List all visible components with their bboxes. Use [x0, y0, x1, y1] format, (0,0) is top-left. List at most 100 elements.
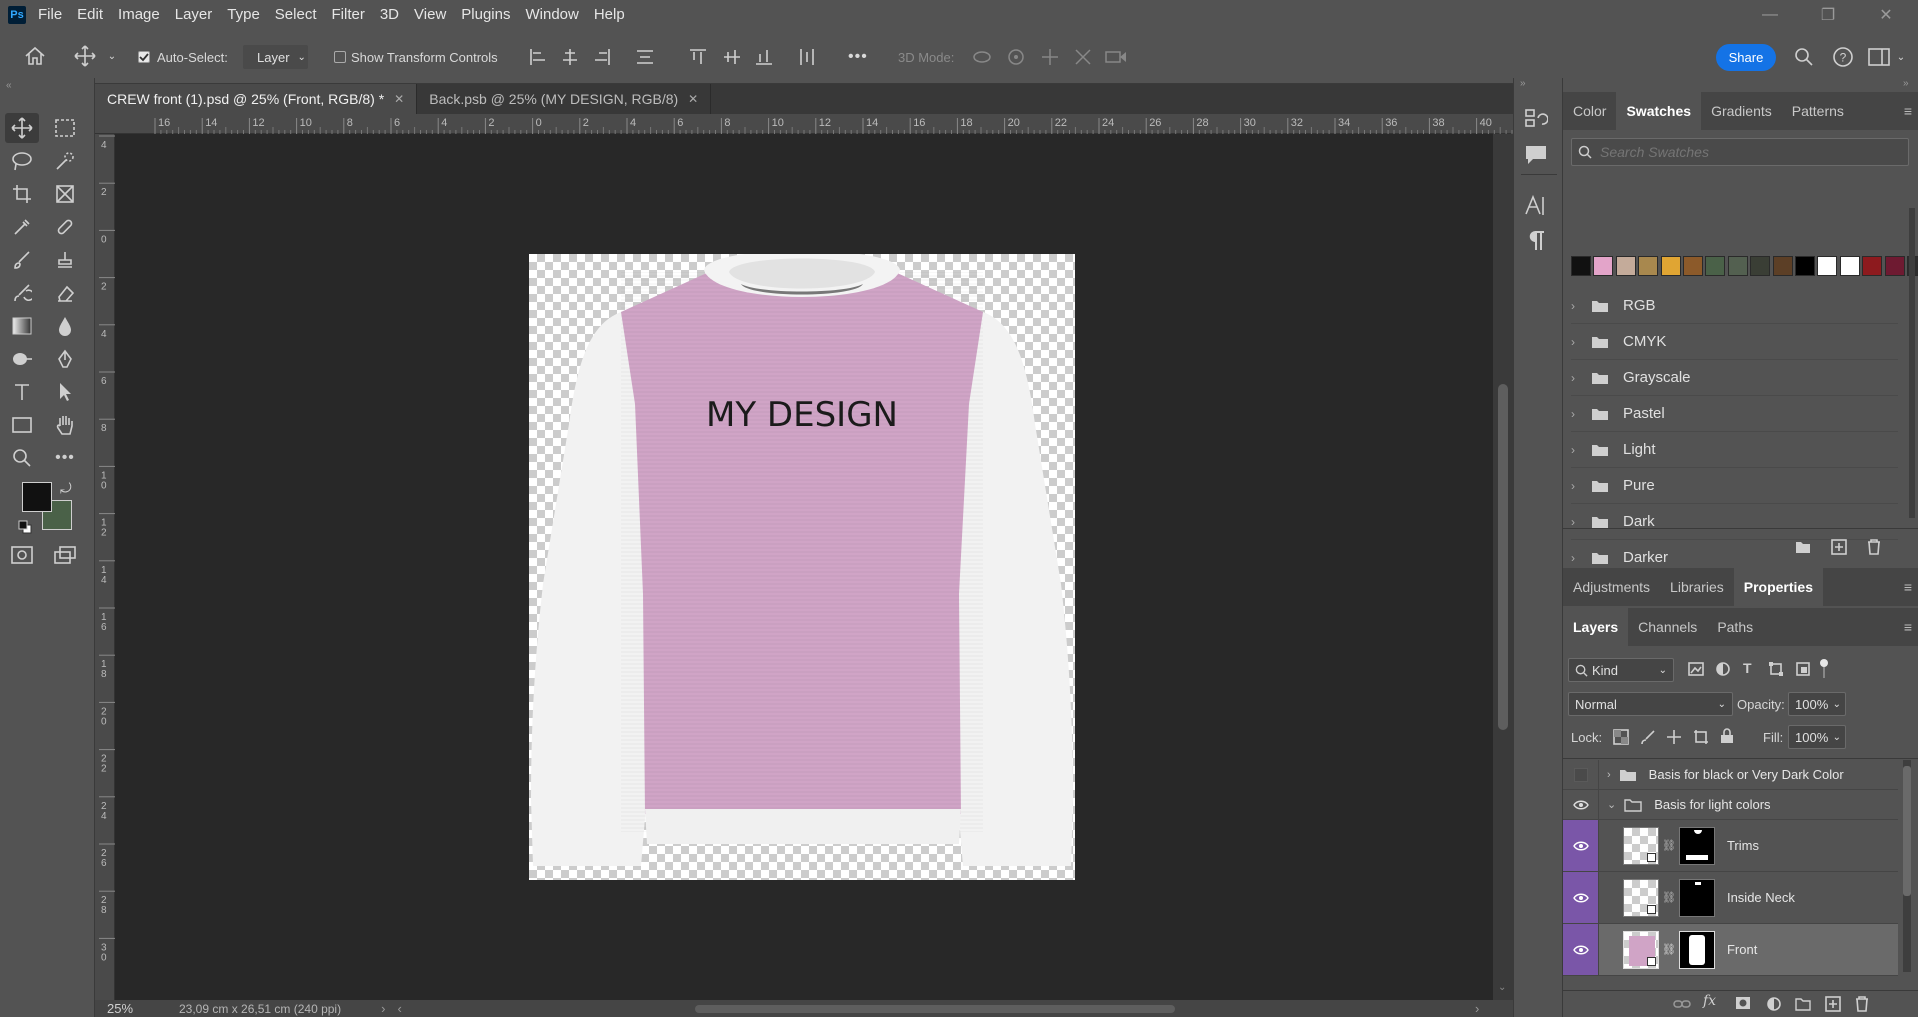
tab-color[interactable]: Color — [1563, 92, 1616, 130]
fill-field[interactable]: 100% ⌄ — [1788, 725, 1846, 749]
scroll-right-icon[interactable]: › — [1475, 1001, 1479, 1016]
zoom-tool-button[interactable] — [5, 443, 39, 473]
menu-help[interactable]: Help — [594, 6, 625, 23]
history-panel-icon[interactable] — [1524, 108, 1549, 133]
folder-chevron-right-icon[interactable]: › — [1571, 551, 1585, 565]
lock-transparent-icon[interactable] — [1613, 729, 1629, 748]
auto-select-checkbox[interactable] — [137, 50, 151, 64]
group-chevron-down-icon[interactable]: ⌄ — [1607, 798, 1616, 811]
swatches-scrollbar[interactable] — [1909, 208, 1915, 518]
color-swatch[interactable] — [1862, 256, 1883, 276]
scroll-down-icon[interactable]: ⌄ — [1498, 982, 1506, 993]
tool-preset-chevron-down-icon[interactable]: ⌄ — [105, 47, 119, 65]
status-chevron-right-icon[interactable]: › — [381, 1001, 385, 1016]
swatch-folder[interactable]: › Pure — [1571, 468, 1898, 504]
align-top-icon[interactable] — [687, 45, 709, 69]
layer-visibility-toggle[interactable] — [1563, 760, 1599, 789]
panel-menu-icon[interactable]: ≡ — [1904, 619, 1912, 635]
tab-crew-front[interactable]: CREW front (1).psd @ 25% (Front, RGB/8) … — [95, 84, 418, 114]
filter-smart-object-icon[interactable] — [1795, 661, 1811, 680]
horizontal-scrollbar-thumb[interactable] — [695, 1005, 1175, 1013]
share-button[interactable]: Share — [1716, 44, 1776, 71]
blend-mode-dropdown[interactable]: Normal ⌄ — [1568, 692, 1733, 716]
color-swatch[interactable] — [1593, 256, 1614, 276]
filter-adjustment-icon[interactable] — [1715, 661, 1731, 680]
link-icon[interactable]: ⛓ — [1662, 891, 1676, 904]
swap-colors-icon[interactable]: ⤾ — [60, 480, 72, 497]
layer-inside-neck[interactable]: ⛓ Inside Neck — [1563, 872, 1898, 924]
layer-style-fx-icon[interactable]: fx — [1703, 993, 1716, 1009]
delete-layer-icon[interactable] — [1855, 996, 1869, 1015]
swatch-folder[interactable]: › Dark — [1571, 504, 1898, 540]
show-transform-checkbox[interactable] — [333, 50, 347, 64]
lasso-tool-button[interactable] — [5, 146, 39, 176]
type-tool-button[interactable] — [5, 377, 39, 407]
eraser-tool-button[interactable] — [48, 278, 82, 308]
filter-shape-icon[interactable] — [1768, 661, 1784, 680]
link-layers-icon[interactable] — [1673, 997, 1691, 1013]
more-options-icon[interactable]: ••• — [848, 45, 868, 69]
path-selection-tool-button[interactable] — [48, 377, 82, 407]
frame-tool-button[interactable] — [48, 179, 82, 209]
scroll-left-icon[interactable]: ‹ — [397, 1001, 401, 1016]
folder-chevron-right-icon[interactable]: › — [1571, 515, 1585, 529]
color-swatch[interactable] — [1884, 256, 1905, 276]
menu-plugins[interactable]: Plugins — [461, 6, 510, 23]
folder-chevron-right-icon[interactable]: › — [1571, 407, 1585, 421]
tab-adjustments[interactable]: Adjustments — [1563, 568, 1660, 606]
lock-image-icon[interactable] — [1640, 729, 1656, 748]
collapse-toolbox-icon[interactable]: « — [6, 80, 12, 91]
menu-filter[interactable]: Filter — [332, 6, 365, 23]
collapse-panels-icon[interactable]: » — [1903, 78, 1909, 89]
new-layer-icon[interactable] — [1825, 996, 1841, 1015]
swatches-search-input[interactable] — [1600, 144, 1900, 160]
pen-tool-button[interactable] — [48, 344, 82, 374]
paragraph-panel-icon[interactable] — [1526, 230, 1546, 255]
color-swatch[interactable] — [1615, 256, 1636, 276]
document-canvas[interactable]: MY DESIGN — [529, 254, 1075, 880]
rectangle-tool-button[interactable] — [5, 410, 39, 440]
history-brush-tool-button[interactable] — [5, 278, 39, 308]
swatches-search[interactable] — [1571, 138, 1909, 166]
color-swatch[interactable] — [1705, 256, 1726, 276]
filter-pixel-icon[interactable] — [1688, 661, 1704, 680]
tab-patterns[interactable]: Patterns — [1782, 92, 1854, 130]
layer-visibility-toggle[interactable] — [1563, 924, 1599, 975]
swatch-folder[interactable]: › Grayscale — [1571, 360, 1898, 396]
collapse-icons-icon[interactable]: » — [1520, 78, 1526, 89]
crop-tool-button[interactable] — [5, 179, 39, 209]
layer-visibility-toggle[interactable] — [1563, 790, 1599, 819]
tab-swatches[interactable]: Swatches — [1616, 92, 1702, 130]
color-swatch[interactable] — [1817, 256, 1838, 276]
menu-image[interactable]: Image — [118, 6, 160, 23]
lock-artboard-icon[interactable] — [1693, 729, 1709, 748]
tab-layers[interactable]: Layers — [1563, 608, 1629, 646]
folder-chevron-right-icon[interactable]: › — [1571, 299, 1585, 313]
distribute-horizontal-icon[interactable] — [634, 45, 656, 69]
color-swatch[interactable] — [1839, 256, 1860, 276]
color-swatch[interactable] — [1638, 256, 1659, 276]
move-tool-button[interactable] — [5, 113, 39, 143]
tab-channels[interactable]: Channels — [1628, 608, 1707, 646]
character-panel-icon[interactable] — [1524, 194, 1548, 221]
menu-layer[interactable]: Layer — [175, 6, 213, 23]
menu-3d[interactable]: 3D — [380, 6, 399, 23]
auto-select-dropdown[interactable]: Layer ⌄ — [243, 45, 308, 69]
workspace-chevron-down-icon[interactable]: ⌄ — [1894, 47, 1908, 67]
quick-selection-tool-button[interactable] — [48, 146, 82, 176]
link-icon[interactable]: ⛓ — [1662, 943, 1676, 956]
folder-chevron-right-icon[interactable]: › — [1571, 371, 1585, 385]
workspace-icon[interactable] — [1866, 44, 1892, 70]
layer-group-light[interactable]: ⌄ Basis for light colors — [1563, 790, 1898, 820]
healing-brush-tool-button[interactable] — [48, 212, 82, 242]
move-tool-icon[interactable] — [70, 41, 100, 71]
lock-position-icon[interactable] — [1666, 729, 1682, 748]
align-center-icon[interactable] — [559, 45, 581, 69]
color-swatch[interactable] — [1772, 256, 1793, 276]
restore-icon[interactable]: ❐ — [1808, 0, 1848, 29]
close-window-icon[interactable]: ✕ — [1866, 0, 1906, 29]
blur-tool-button[interactable] — [48, 311, 82, 341]
folder-chevron-right-icon[interactable]: › — [1571, 443, 1585, 457]
swatch-folder[interactable]: › Pastel — [1571, 396, 1898, 432]
menu-window[interactable]: Window — [525, 6, 578, 23]
